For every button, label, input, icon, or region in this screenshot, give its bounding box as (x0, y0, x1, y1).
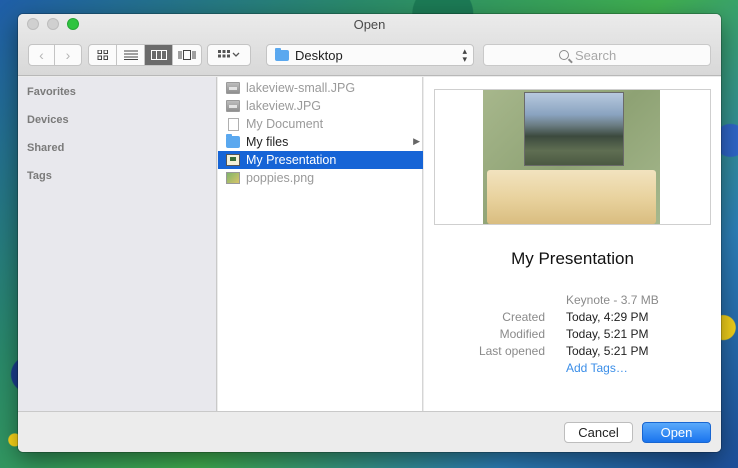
icon-view-icon (97, 50, 108, 60)
keynote-icon (226, 154, 240, 166)
file-item[interactable]: My Document (218, 115, 423, 133)
sidebar-section-tags[interactable]: Tags (27, 170, 52, 182)
image-file-icon (226, 82, 240, 94)
list-view-button[interactable] (117, 45, 145, 65)
folder-item[interactable]: My files ▶ (218, 133, 423, 151)
created-value: Today, 4:29 PM (566, 310, 649, 324)
file-kind-size: Keynote - 3.7 MB (566, 293, 659, 307)
preview-pane: My Presentation Keynote - 3.7 MB Created… (424, 77, 721, 411)
open-dialog: Open ‹ › Desktop ▴ ▾ Search Favorites De… (18, 14, 721, 452)
dialog-footer: Cancel Open (18, 411, 721, 452)
icon-view-button[interactable] (89, 45, 117, 65)
add-tags-link[interactable]: Add Tags… (566, 361, 628, 375)
file-name: lakeview.JPG (246, 99, 322, 113)
modified-label: Modified (499, 327, 545, 341)
sidebar: Favorites Devices Shared Tags (18, 77, 217, 411)
preview-thumbnail (434, 89, 711, 225)
search-field[interactable] (483, 44, 711, 66)
forward-button[interactable]: › (55, 45, 81, 65)
sidebar-section-shared[interactable]: Shared (27, 142, 64, 154)
up-down-arrows-icon: ▴ ▾ (462, 46, 467, 64)
list-view-icon (123, 50, 138, 60)
image-file-icon (226, 100, 240, 112)
last-opened-label: Last opened (478, 344, 545, 358)
file-item[interactable]: poppies.png (218, 169, 423, 187)
toolbar: Open ‹ › Desktop ▴ ▾ Search (18, 14, 721, 76)
png-file-icon (226, 172, 240, 184)
folder-icon (275, 47, 289, 61)
column-view-icon (150, 50, 167, 60)
file-column: lakeview-small.JPG lakeview.JPG My Docum… (218, 77, 423, 411)
slide-image (483, 90, 660, 224)
chevron-left-icon: ‹ (39, 47, 44, 63)
file-name: lakeview-small.JPG (246, 81, 356, 95)
disclosure-arrow-icon: ▶ (413, 136, 420, 146)
file-item[interactable]: lakeview.JPG (218, 97, 423, 115)
arrange-button[interactable] (207, 44, 251, 66)
slide-photo (524, 92, 624, 166)
search-input[interactable] (575, 47, 635, 63)
file-name: poppies.png (246, 171, 315, 185)
chevron-right-icon: › (65, 47, 71, 63)
last-opened-value: Today, 5:21 PM (566, 344, 649, 358)
created-label: Created (502, 310, 545, 324)
location-popup[interactable]: Desktop ▴ ▾ (266, 44, 474, 66)
sidebar-section-favorites[interactable]: Favorites (27, 86, 76, 98)
folder-icon (226, 134, 240, 148)
file-name: My Document (246, 117, 324, 131)
preview-file-name: My Presentation (511, 249, 634, 268)
column-view-button[interactable] (145, 45, 173, 65)
file-item[interactable]: lakeview-small.JPG (218, 79, 423, 97)
modified-value: Today, 5:21 PM (566, 327, 649, 341)
view-mode-control (88, 44, 202, 66)
file-name: My Presentation (246, 153, 337, 167)
cover-flow-icon (178, 50, 196, 60)
back-forward-control: ‹ › (28, 44, 82, 66)
cover-flow-view-button[interactable] (173, 45, 201, 65)
slide-paper-texture (487, 170, 656, 224)
back-button[interactable]: ‹ (29, 45, 55, 65)
window-title: Open (353, 17, 386, 32)
file-name: My files (246, 135, 289, 149)
cancel-button[interactable]: Cancel (564, 422, 633, 443)
grid-arrange-icon (218, 50, 240, 58)
document-icon (228, 117, 239, 131)
file-item-selected[interactable]: My Presentation (218, 151, 423, 169)
sidebar-section-devices[interactable]: Devices (27, 114, 69, 126)
open-button[interactable]: Open (642, 422, 711, 443)
search-icon (559, 50, 569, 60)
location-label: Desktop (295, 47, 343, 63)
